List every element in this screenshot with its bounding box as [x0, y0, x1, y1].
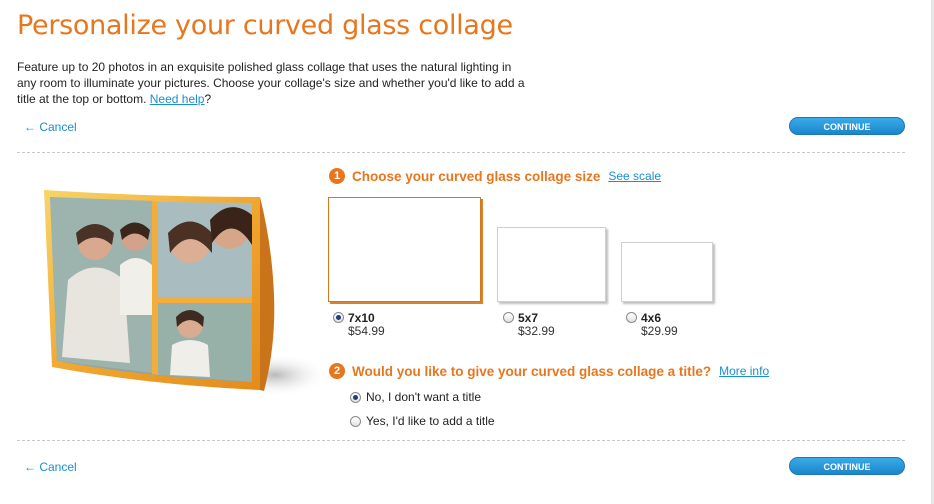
intro-body: Feature up to 20 photos in an exquisite … — [17, 60, 525, 106]
title-radio-no[interactable] — [350, 392, 361, 404]
size-label-5x7: 5x7 — [518, 310, 539, 325]
title-radio-yes[interactable] — [350, 416, 361, 428]
size-price-7x10: $54.99 — [348, 324, 385, 338]
size-option-4x6: 4x6 $29.99 — [626, 310, 678, 338]
title-label-no: No, I don't want a title — [366, 390, 482, 404]
step2-heading-text: Would you like to give your curved glass… — [352, 363, 712, 379]
size-preview-7x10[interactable] — [328, 197, 481, 302]
size-option-7x10: 7x10 $54.99 — [333, 310, 385, 338]
divider-top — [17, 152, 905, 153]
divider-bottom — [17, 440, 905, 441]
size-preview-5x7[interactable] — [497, 227, 606, 302]
collage-preview-image — [44, 190, 320, 397]
size-label-7x10: 7x10 — [348, 310, 375, 325]
continue-button-top[interactable]: CONTINUE — [789, 117, 905, 135]
step1-heading: 1 Choose your curved glass collage size … — [329, 168, 661, 184]
intro-text: Feature up to 20 photos in an exquisite … — [17, 59, 527, 107]
size-radio-5x7[interactable] — [503, 312, 514, 324]
size-price-5x7: $32.99 — [518, 324, 555, 338]
title-label-yes: Yes, I'd like to add a title — [366, 414, 495, 428]
title-option-yes: Yes, I'd like to add a title — [350, 414, 495, 428]
cancel-link-bottom[interactable]: ← Cancel — [24, 460, 77, 474]
size-radio-7x10[interactable] — [333, 312, 344, 324]
step1-number-icon: 1 — [329, 168, 345, 184]
size-preview-4x6[interactable] — [621, 242, 713, 302]
title-option-no: No, I don't want a title — [350, 390, 481, 404]
size-radio-4x6[interactable] — [626, 312, 637, 324]
step1-heading-text: Choose your curved glass collage size — [352, 168, 601, 184]
see-scale-link[interactable]: See scale — [608, 169, 661, 183]
size-price-4x6: $29.99 — [641, 324, 678, 338]
continue-button-bottom[interactable]: CONTINUE — [789, 457, 905, 475]
cancel-link-top[interactable]: ← Cancel — [24, 120, 77, 134]
size-label-4x6: 4x6 — [641, 310, 662, 325]
step2-heading: 2 Would you like to give your curved gla… — [329, 363, 769, 379]
step2-number-icon: 2 — [329, 363, 345, 379]
need-help-link[interactable]: Need help — [150, 92, 205, 106]
size-option-5x7: 5x7 $32.99 — [503, 310, 555, 338]
more-info-link[interactable]: More info — [719, 364, 769, 378]
intro-suffix: ? — [204, 92, 212, 106]
page-title: Personalize your curved glass collage — [17, 10, 513, 41]
